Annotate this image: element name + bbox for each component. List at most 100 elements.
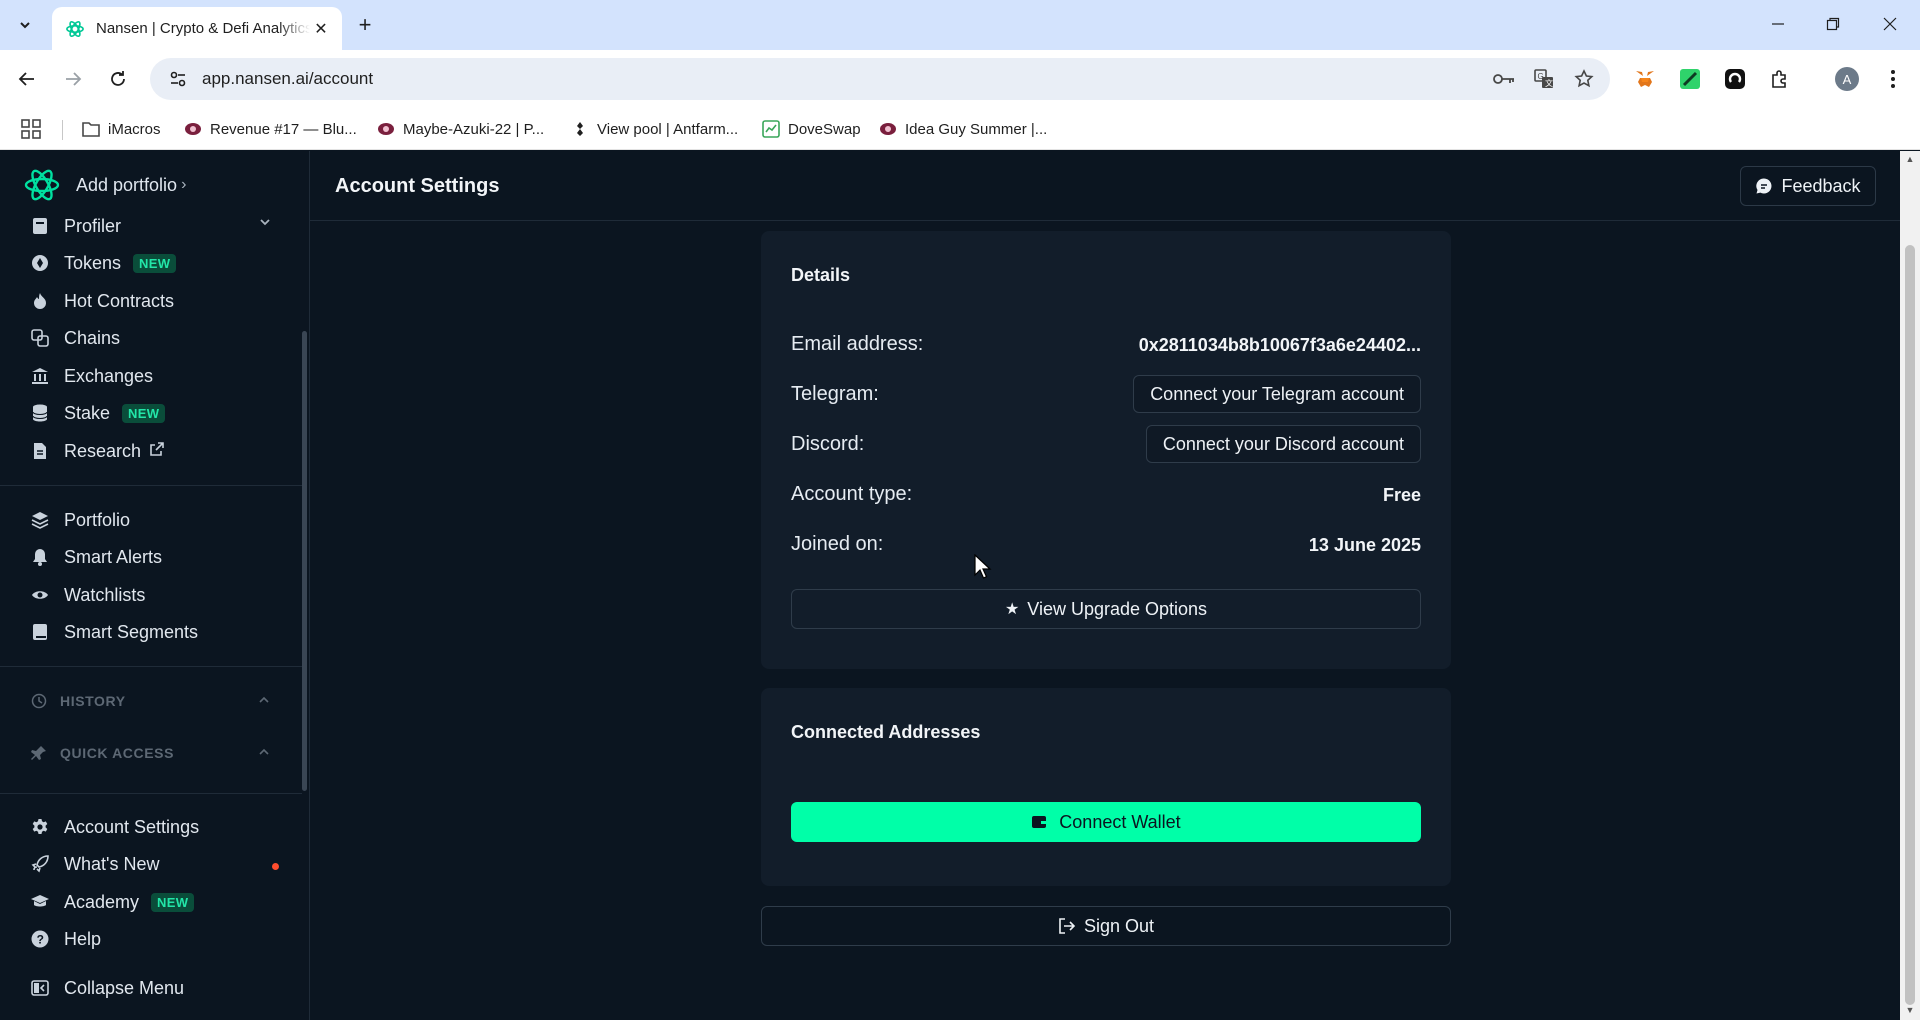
bookmark-label: Maybe-Azuki-22 | P... [403,120,545,138]
tab-title: Nansen | Crypto & Defi Analytics [96,20,310,37]
chevron-right-icon: › [181,176,187,193]
bookmark-azuki[interactable]: Maybe-Azuki-22 | P... [377,108,544,150]
connect-wallet-button[interactable]: Connect Wallet [791,802,1421,842]
extensions-puzzle-icon[interactable] [1765,64,1795,94]
restore-icon[interactable] [1813,8,1853,40]
forward-icon[interactable] [58,64,88,94]
sidebar-item-label: Portfolio [64,509,131,530]
sidebar-item-label: Smart Segments [64,621,199,642]
bookmark-label: Idea Guy Summer |... [905,120,1048,138]
sidebar-item-hot-contracts[interactable]: Hot Contracts [30,286,174,316]
translate-icon[interactable]: G文 [1524,59,1564,99]
history-section-header[interactable]: HISTORY [30,689,126,713]
sidebar-item-help[interactable]: ? Help [30,924,101,954]
profile-avatar-icon[interactable]: A [1832,64,1862,94]
minimize-icon[interactable] [1758,8,1798,40]
collapse-icon [30,978,50,998]
graduation-icon [30,892,50,912]
nansen-favicon-icon [66,20,84,37]
reload-icon[interactable] [103,64,133,94]
url-text[interactable]: app.nansen.ai/account [202,69,1484,89]
bookmark-imacros[interactable]: iMacros [82,108,161,150]
app-root: Add portfolio › Profiler Tokens NEW Hot … [0,151,1920,1020]
antfarm-favicon-icon [571,120,589,138]
scrollbar-thumb[interactable] [1905,245,1915,1005]
rocket-icon [30,854,50,874]
sidebar-divider [0,485,302,486]
sign-out-button[interactable]: Sign Out [761,906,1451,946]
password-key-icon[interactable] [1484,59,1524,99]
quick-access-section-header[interactable]: QUICK ACCESS [30,741,174,765]
account-type-value: Free [1382,485,1421,505]
flame-icon [30,291,50,311]
green-extension-icon[interactable] [1675,64,1705,94]
wallet-icon [1032,816,1047,828]
tab-search-dropdown-icon[interactable] [10,12,40,38]
sidebar-item-account-settings[interactable]: Account Settings [30,812,199,842]
scroll-up-icon[interactable]: ▲ [1905,154,1915,164]
sidebar-item-stake[interactable]: Stake NEW [30,398,166,428]
collapse-menu-button[interactable]: Collapse Menu [30,973,184,1003]
sidebar-item-label: Watchlists [64,584,146,605]
connect-discord-button[interactable]: Connect your Discord account [1145,425,1421,463]
bookmark-antfarm[interactable]: View pool | Antfarm... [571,108,738,150]
site-favicon-icon [377,120,395,138]
help-icon: ? [30,929,50,949]
browser-menu-icon[interactable] [1878,64,1908,94]
details-title: Details [791,265,851,285]
chevron-down-icon[interactable] [258,215,273,234]
sidebar-item-smart-segments[interactable]: Smart Segments [30,617,198,647]
window-close-icon[interactable] [1870,8,1910,40]
browser-toolbar: app.nansen.ai/account G文 A [0,50,1920,108]
eye-icon [30,585,50,605]
sidebar-item-label: Tokens [64,252,122,273]
sidebar-item-exchanges[interactable]: Exchanges [30,361,153,391]
bookmark-label: iMacros [108,120,161,138]
bookmark-idea-guy[interactable]: Idea Guy Summer |... [879,108,1047,150]
sidebar-item-chains[interactable]: Chains [30,323,120,353]
collapse-menu-label: Collapse Menu [64,977,185,998]
chat-bubble-icon [1756,178,1772,194]
view-upgrade-options-button[interactable]: ★ View Upgrade Options [791,589,1421,629]
sidebar-item-label: Research [64,440,142,461]
browser-tab-active[interactable]: Nansen | Crypto & Defi Analytics ✕ [52,7,342,50]
sidebar-item-whats-new[interactable]: What's New [30,849,159,879]
metamask-extension-icon[interactable] [1630,64,1660,94]
add-portfolio-row[interactable]: Add portfolio › [24,165,186,205]
sidebar-item-watchlists[interactable]: Watchlists [30,580,145,610]
sidebar-item-label: Stake [64,402,111,423]
bookmark-star-icon[interactable] [1564,59,1604,99]
sidebar-item-portfolio[interactable]: Portfolio [30,505,130,535]
tab-close-icon[interactable]: ✕ [310,18,332,40]
sidebar-item-academy[interactable]: Academy NEW [30,887,195,917]
address-bar[interactable]: app.nansen.ai/account G文 [150,58,1610,100]
bookmarks-bar: iMacros Revenue #17 — Blu... Maybe-Azuki… [0,108,1920,150]
sidebar-item-research[interactable]: Research [30,436,165,466]
site-settings-icon[interactable] [158,59,198,99]
back-icon[interactable] [12,64,42,94]
feedback-button[interactable]: Feedback [1740,166,1876,206]
bookmark-doveswap[interactable]: DoveSwap [762,108,861,150]
connect-telegram-button[interactable]: Connect your Telegram account [1133,375,1421,413]
joined-label: Joined on: [791,533,884,555]
page-scrollbar[interactable]: ▲ ▼ [1900,151,1920,1020]
apps-grid-icon[interactable] [20,118,42,140]
page-title: Account Settings [335,175,500,197]
page-header: Account Settings Feedback [310,151,1900,221]
bell-icon [30,547,50,567]
scroll-down-icon[interactable]: ▼ [1905,1005,1915,1015]
sidebar-scrollbar[interactable] [302,331,307,791]
nansen-logo-icon [24,169,60,201]
chevron-up-icon[interactable] [258,745,270,761]
bank-icon [30,366,50,386]
gear-icon [30,817,50,837]
new-tab-icon[interactable]: + [350,12,380,38]
bookmarks-divider [62,120,63,140]
sidebar-item-profiler[interactable]: Profiler [30,211,121,241]
token-icon [30,253,50,273]
circle-extension-icon[interactable] [1720,64,1750,94]
chevron-up-icon[interactable] [258,693,270,709]
sidebar-item-smart-alerts[interactable]: Smart Alerts [30,542,162,572]
sidebar-item-tokens[interactable]: Tokens NEW [30,248,177,278]
bookmark-revenue[interactable]: Revenue #17 — Blu... [184,108,357,150]
